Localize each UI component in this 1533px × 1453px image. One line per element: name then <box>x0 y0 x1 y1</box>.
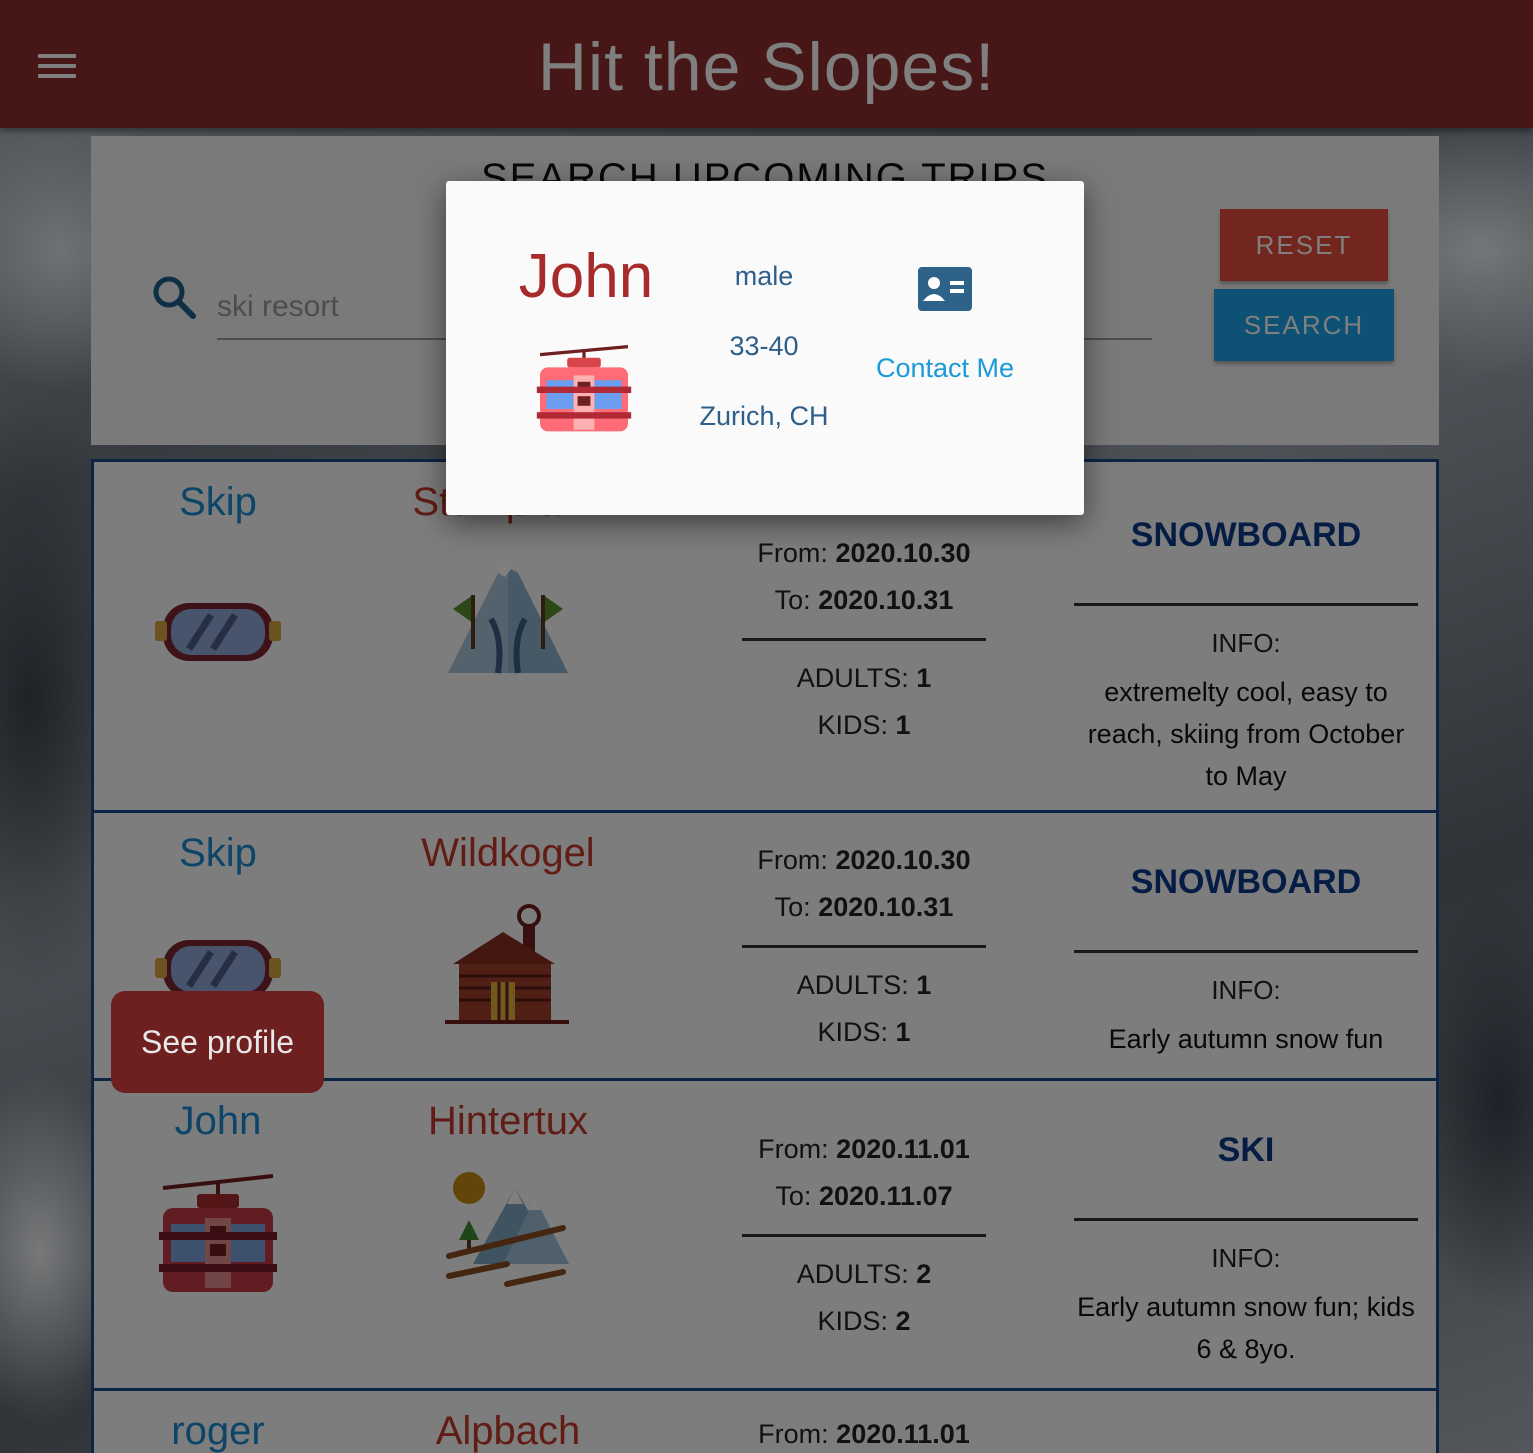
profile-modal: John male 33-40 Zurich, CH Contact Me <box>446 181 1084 515</box>
profile-location: Zurich, CH <box>699 401 829 431</box>
profile-gender: male <box>734 261 794 291</box>
profile-name: John <box>518 242 654 311</box>
header-dim <box>0 0 1533 128</box>
see-profile-tooltip: See profile <box>111 991 324 1093</box>
cable-car-icon <box>536 345 632 432</box>
contact-card-icon[interactable] <box>918 267 972 311</box>
profile-age-range: 33-40 <box>729 331 799 361</box>
contact-me-link[interactable]: Contact Me <box>866 347 1024 389</box>
